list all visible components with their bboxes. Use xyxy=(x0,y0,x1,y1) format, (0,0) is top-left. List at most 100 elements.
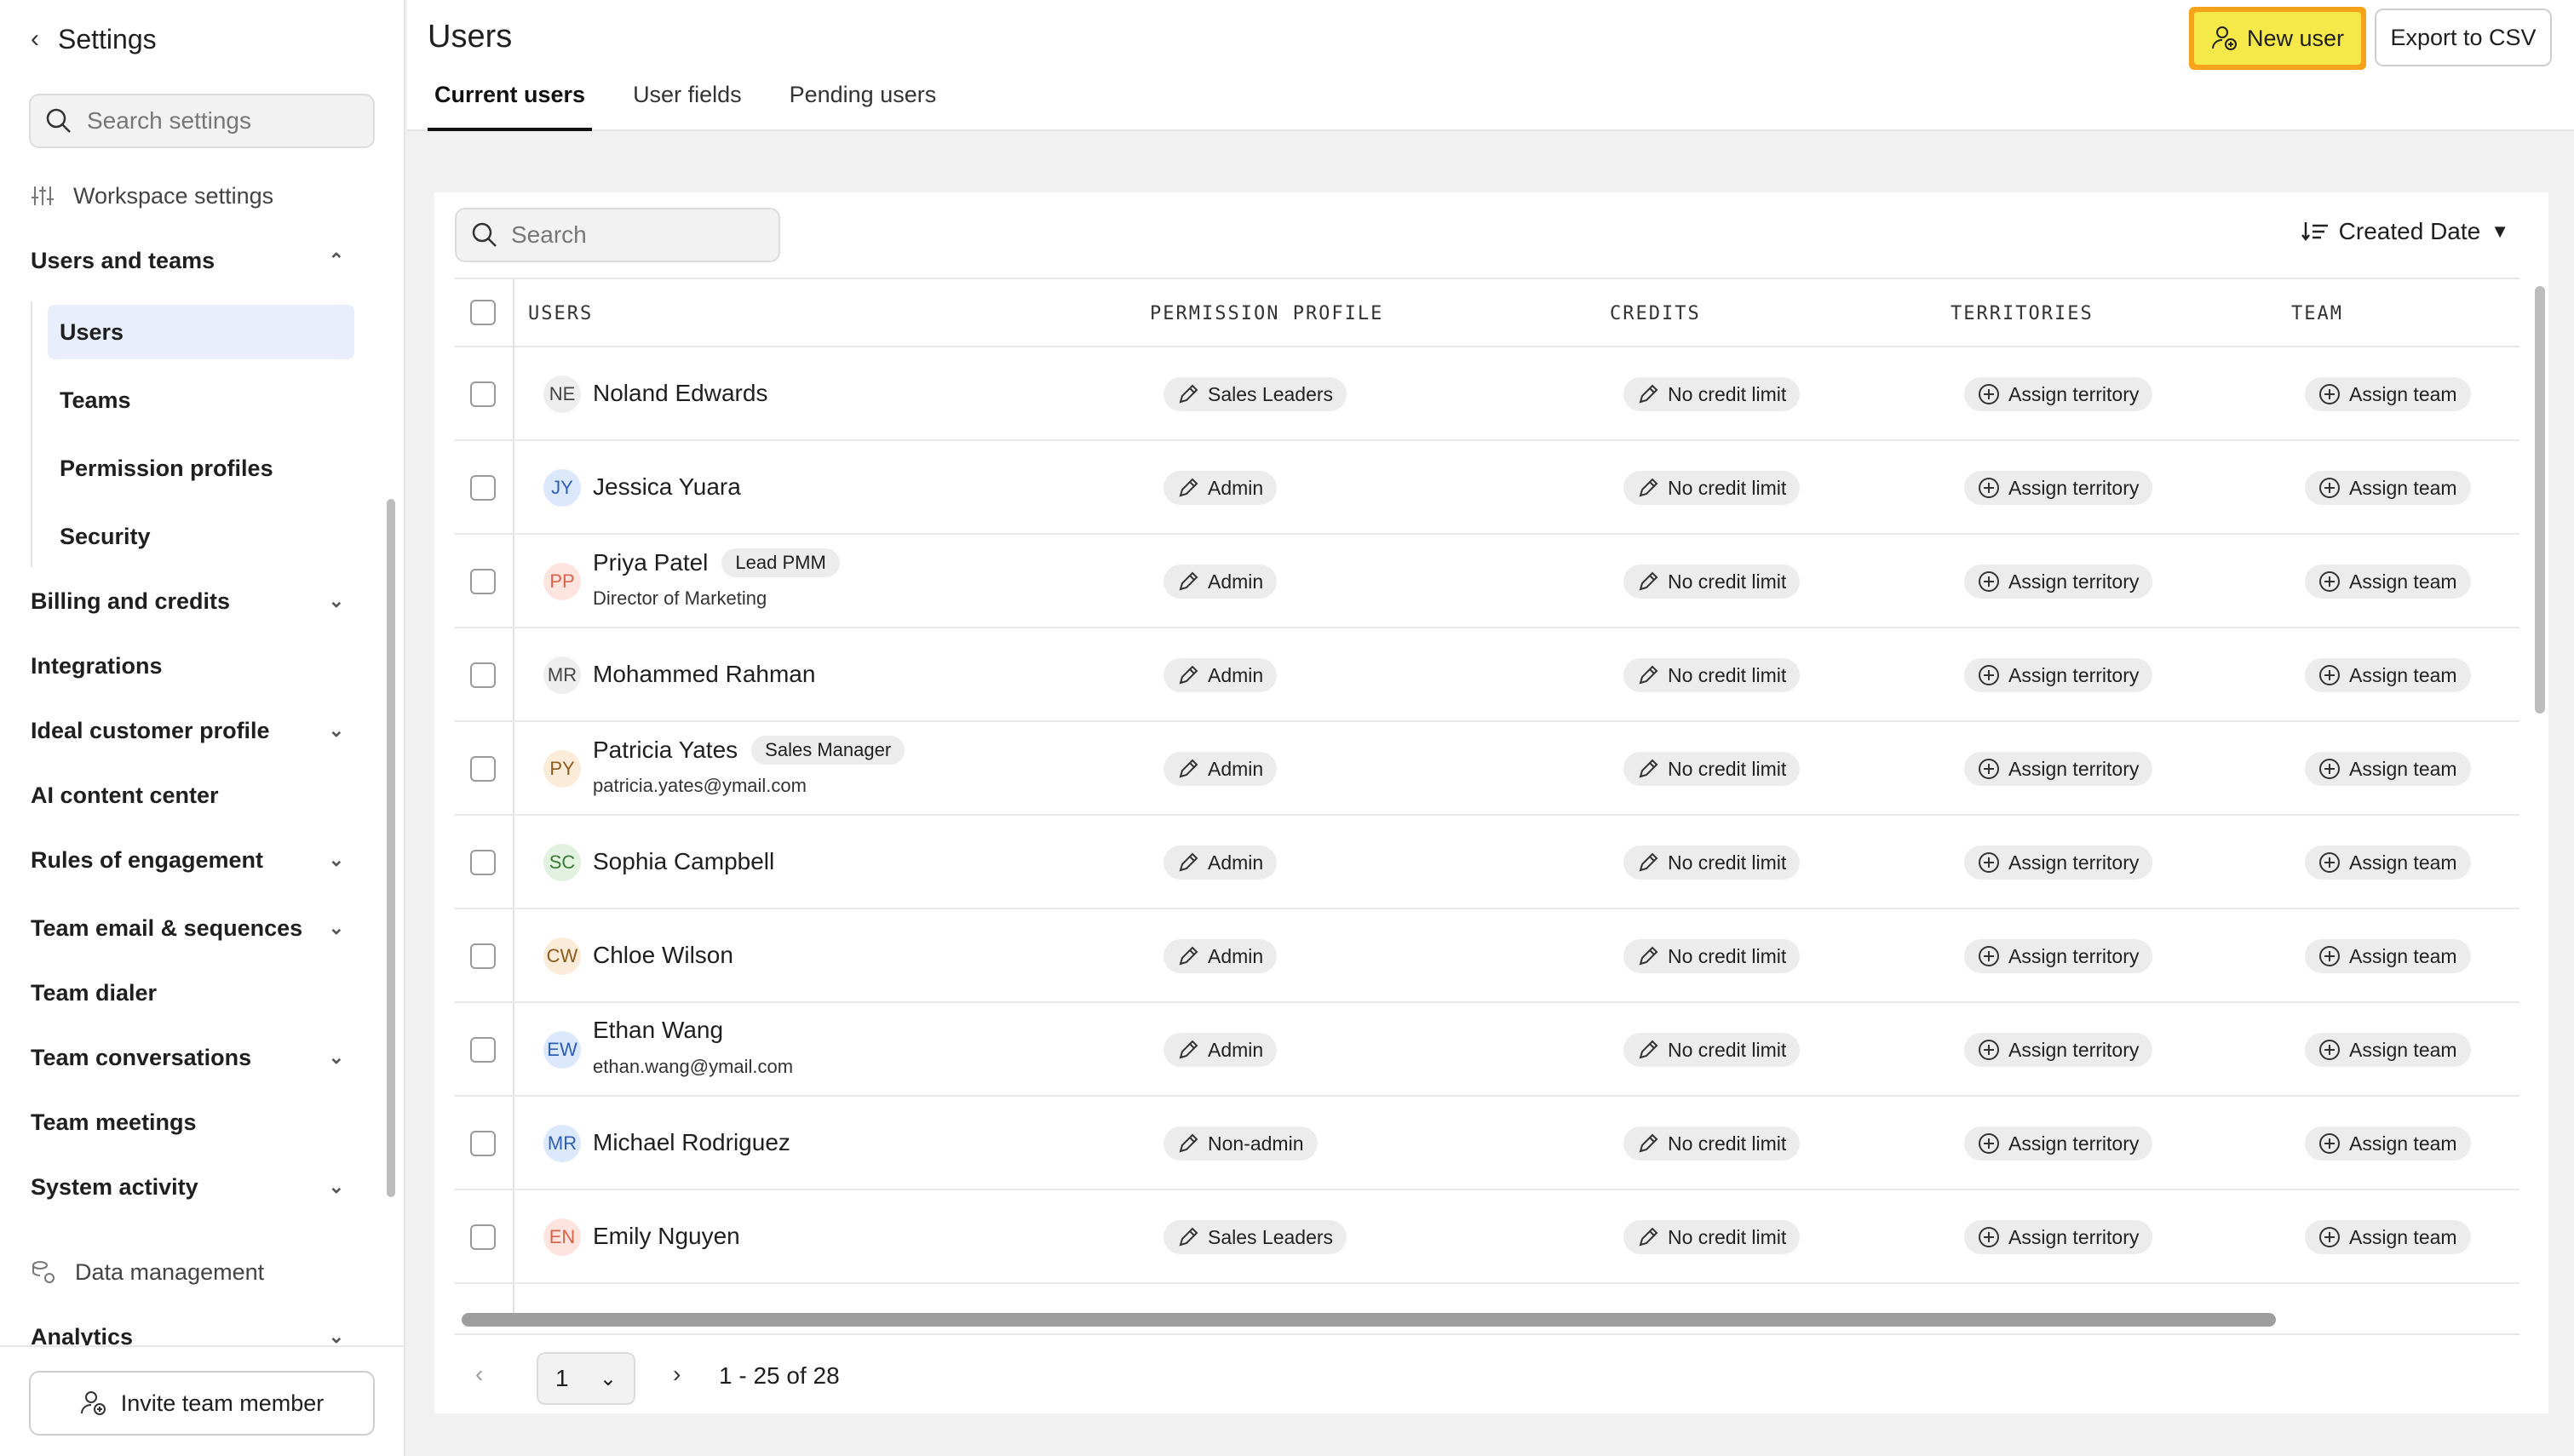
assign-team-button[interactable]: Assign team xyxy=(2305,377,2471,411)
row-checkbox[interactable] xyxy=(470,475,496,501)
table-row[interactable]: PP Priya Patel Lead PMM Director of Marketi… xyxy=(455,535,2519,628)
column-territories[interactable]: TERRITORIES xyxy=(1951,303,2094,324)
user-name[interactable]: Chloe Wilson xyxy=(593,942,733,969)
nav-billing-and-credits[interactable]: Billing and credits ⌄ xyxy=(31,577,354,625)
nav-rules-of-engagement[interactable]: Rules of engagement ⌄ xyxy=(31,836,354,884)
assign-territory-button[interactable]: Assign territory xyxy=(1964,846,2153,880)
permission-profile-pill[interactable]: Admin xyxy=(1163,471,1278,505)
new-user-button[interactable]: New user xyxy=(2189,7,2366,70)
nav-integrations[interactable]: Integrations xyxy=(31,642,354,690)
chevron-right-icon[interactable]: › xyxy=(673,1361,681,1388)
sidebar-header[interactable]: ‹ Settings xyxy=(31,20,157,58)
credits-pill[interactable]: No credit limit xyxy=(1623,1220,1801,1254)
credits-pill[interactable]: No credit limit xyxy=(1623,471,1801,505)
nav-users-and-teams[interactable]: Users and teams ⌃ xyxy=(31,237,354,284)
nav-sub-users[interactable]: Users xyxy=(48,305,354,359)
column-credits[interactable]: CREDITS xyxy=(1610,303,1701,324)
row-checkbox[interactable] xyxy=(470,1037,496,1063)
table-row[interactable]: JY Jessica Yuara Admin No credit limit Assig… xyxy=(455,441,2519,535)
nav-team-email-sequences[interactable]: Team email & sequences ⌄ xyxy=(31,904,354,952)
nav-sub-security[interactable]: Security xyxy=(48,509,354,564)
credits-pill[interactable]: No credit limit xyxy=(1623,1033,1801,1067)
assign-team-button[interactable]: Assign team xyxy=(2305,752,2471,786)
table-row[interactable]: SC Sophia Campbell Admin No credit limit Ass… xyxy=(455,816,2519,909)
tab-current-users[interactable]: Current users xyxy=(428,78,593,131)
permission-profile-pill[interactable]: Non-admin xyxy=(1163,1126,1318,1161)
assign-team-button[interactable]: Assign team xyxy=(2305,658,2471,692)
nav-sub-teams[interactable]: Teams xyxy=(48,373,354,427)
assign-team-button[interactable]: Assign team xyxy=(2305,1220,2471,1254)
assign-territory-button[interactable]: Assign territory xyxy=(1964,565,2153,599)
user-name[interactable]: Sophia Campbell xyxy=(593,848,774,875)
invite-team-member-button[interactable]: Invite team member xyxy=(29,1371,375,1436)
tab-pending-users[interactable]: Pending users xyxy=(783,78,944,131)
permission-profile-pill[interactable]: Admin xyxy=(1163,752,1278,786)
nav-sub-permission-profiles[interactable]: Permission profiles xyxy=(48,441,354,496)
assign-team-button[interactable]: Assign team xyxy=(2305,1126,2471,1161)
table-vertical-scrollbar[interactable] xyxy=(2535,286,2545,714)
permission-profile-pill[interactable]: Sales Leaders xyxy=(1163,377,1347,411)
assign-team-button[interactable]: Assign team xyxy=(2305,846,2471,880)
table-row[interactable]: MR Mohammed Rahman Admin No credit limit Ass… xyxy=(455,628,2519,722)
settings-search-input[interactable]: Search settings xyxy=(29,94,375,148)
user-name[interactable]: Emily Nguyen xyxy=(593,1223,740,1250)
table-row[interactable]: CW Chloe Wilson Admin No credit limit Assign… xyxy=(455,909,2519,1003)
permission-profile-pill[interactable]: Admin xyxy=(1163,565,1278,599)
credits-pill[interactable]: No credit limit xyxy=(1623,1126,1801,1161)
chevron-left-icon[interactable]: ‹ xyxy=(31,25,39,54)
row-checkbox[interactable] xyxy=(470,1131,496,1156)
assign-territory-button[interactable]: Assign territory xyxy=(1964,1126,2153,1161)
permission-profile-pill[interactable]: Sales Leaders xyxy=(1163,1220,1347,1254)
assign-team-button[interactable]: Assign team xyxy=(2305,939,2471,973)
select-all-checkbox[interactable] xyxy=(470,300,496,325)
row-checkbox[interactable] xyxy=(470,756,496,782)
assign-territory-button[interactable]: Assign territory xyxy=(1964,471,2153,505)
column-team[interactable]: TEAM xyxy=(2291,303,2343,324)
credits-pill[interactable]: No credit limit xyxy=(1623,846,1801,880)
nav-team-dialer[interactable]: Team dialer xyxy=(31,969,354,1017)
table-row[interactable]: NE Noland Edwards Sales Leaders No credit l… xyxy=(455,347,2519,441)
nav-team-conversations[interactable]: Team conversations ⌄ xyxy=(31,1034,354,1081)
row-checkbox[interactable] xyxy=(470,569,496,594)
export-csv-button[interactable]: Export to CSV xyxy=(2375,9,2552,66)
credits-pill[interactable]: No credit limit xyxy=(1623,752,1801,786)
row-checkbox[interactable] xyxy=(470,1224,496,1250)
assign-territory-button[interactable]: Assign territory xyxy=(1964,1220,2153,1254)
column-permission-profile[interactable]: PERMISSION PROFILE xyxy=(1150,303,1383,324)
nav-ai-content-center[interactable]: AI content center xyxy=(31,771,354,819)
assign-territory-button[interactable]: Assign territory xyxy=(1964,939,2153,973)
table-row[interactable]: MR Michael Rodriguez Non-admin No credit li… xyxy=(455,1097,2519,1190)
row-checkbox[interactable] xyxy=(470,943,496,969)
page-select[interactable]: 1 ⌄ xyxy=(537,1352,635,1405)
user-name[interactable]: Mohammed Rahman xyxy=(593,661,815,688)
user-name[interactable]: Jessica Yuara xyxy=(593,473,741,501)
user-name[interactable]: Michael Rodriguez xyxy=(593,1129,790,1156)
permission-profile-pill[interactable]: Admin xyxy=(1163,846,1278,880)
chevron-left-icon[interactable]: ‹ xyxy=(475,1361,483,1388)
assign-team-button[interactable]: Assign team xyxy=(2305,565,2471,599)
table-horizontal-scrollbar[interactable] xyxy=(462,1313,2276,1327)
nav-ideal-customer-profile[interactable]: Ideal customer profile ⌄ xyxy=(31,707,354,754)
assign-team-button[interactable]: Assign team xyxy=(2305,1033,2471,1067)
table-search-input[interactable]: Search xyxy=(455,208,780,262)
sort-dropdown[interactable]: Created Date ▼ xyxy=(2301,218,2509,245)
table-row[interactable]: EN Emily Nguyen Sales Leaders No credit lim… xyxy=(455,1190,2519,1284)
user-name[interactable]: Ethan Wang xyxy=(593,1017,723,1044)
assign-territory-button[interactable]: Assign territory xyxy=(1964,1033,2153,1067)
row-checkbox[interactable] xyxy=(470,850,496,875)
nav-workspace-settings[interactable]: Workspace settings xyxy=(31,172,354,220)
assign-territory-button[interactable]: Assign territory xyxy=(1964,377,2153,411)
user-name[interactable]: Noland Edwards xyxy=(593,380,767,407)
assign-team-button[interactable]: Assign team xyxy=(2305,471,2471,505)
permission-profile-pill[interactable]: Admin xyxy=(1163,939,1278,973)
table-row[interactable]: EW Ethan Wang ethan.wang@ymail.com Admin No … xyxy=(455,1003,2519,1097)
credits-pill[interactable]: No credit limit xyxy=(1623,939,1801,973)
nav-data-management[interactable]: Data management xyxy=(31,1248,354,1296)
credits-pill[interactable]: No credit limit xyxy=(1623,377,1801,411)
nav-team-meetings[interactable]: Team meetings xyxy=(31,1098,354,1146)
user-name[interactable]: Priya Patel xyxy=(593,549,708,576)
row-checkbox[interactable] xyxy=(470,662,496,688)
permission-profile-pill[interactable]: Admin xyxy=(1163,1033,1278,1067)
assign-territory-button[interactable]: Assign territory xyxy=(1964,752,2153,786)
tab-user-fields[interactable]: User fields xyxy=(626,78,749,131)
